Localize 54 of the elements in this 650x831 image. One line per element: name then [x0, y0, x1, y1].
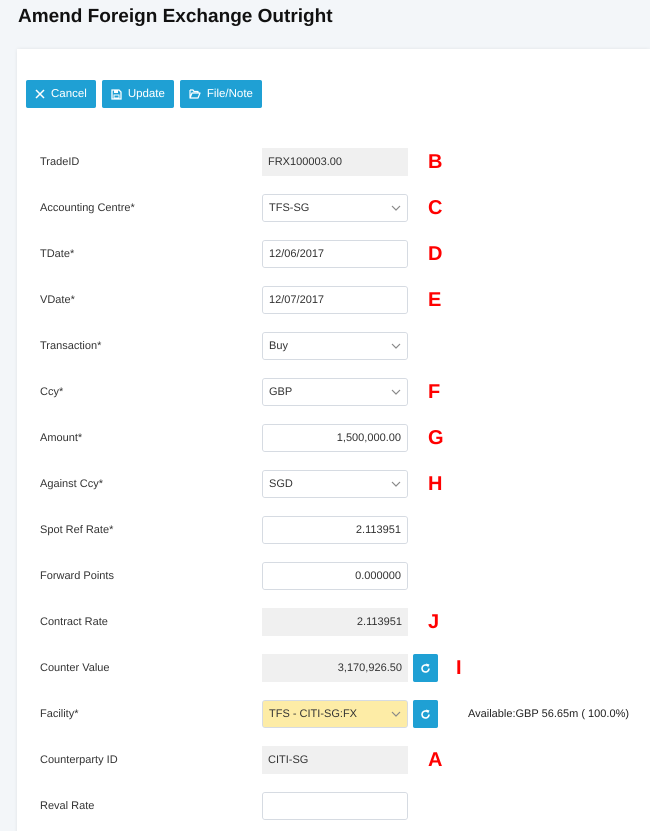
field-label: TradeID: [39, 156, 80, 168]
annotation-letter: G: [428, 426, 444, 450]
readonly-field: CITI-SG: [262, 746, 408, 774]
input-field[interactable]: 12/07/2017: [262, 286, 408, 314]
availability-text: Available:GBP 56.65m ( 100.0%): [468, 708, 630, 720]
readonly-field: 2.113951: [262, 608, 408, 636]
field-label: Accounting Centre*: [39, 202, 136, 214]
field-label: Spot Ref Rate*: [39, 524, 114, 536]
chevron-icon: [391, 481, 401, 487]
input-field[interactable]: 0.000000: [262, 562, 408, 590]
close-icon: [35, 89, 45, 99]
select-field[interactable]: TFS-SG: [262, 194, 408, 222]
annotation-letter: H: [428, 472, 442, 496]
annotation-letter: J: [428, 610, 440, 634]
chevron-icon: [391, 205, 401, 211]
refresh-button[interactable]: [413, 700, 438, 728]
field-label: Against Ccy*: [39, 478, 104, 490]
field-label: TDate*: [39, 248, 76, 260]
readonly-field: FRX100003.00: [262, 148, 408, 176]
field-label: VDate*: [39, 294, 76, 306]
input-field[interactable]: 1,500,000.00: [262, 424, 408, 452]
select-field[interactable]: Buy: [262, 332, 408, 360]
folder-icon: [188, 89, 201, 99]
chevron-icon: [391, 343, 401, 349]
chevron-icon: [391, 389, 401, 395]
input-field[interactable]: 2.113951: [262, 516, 408, 544]
field-label: Counterparty ID: [39, 754, 119, 766]
field-label: Transaction*: [39, 340, 102, 352]
select-field[interactable]: GBP: [262, 378, 408, 406]
annotation-letter: I: [456, 656, 462, 680]
input-field[interactable]: [262, 792, 408, 820]
field-label: Reval Rate: [39, 800, 96, 812]
readonly-field: 3,170,926.50: [262, 654, 408, 682]
select-field[interactable]: TFS - CITI-SG:FX: [262, 700, 408, 728]
chevron-icon: [391, 711, 401, 717]
field-label: Forward Points: [39, 570, 115, 582]
annotation-letter: C: [428, 196, 442, 220]
input-field[interactable]: 12/06/2017: [262, 240, 408, 268]
annotation-letter: A: [428, 748, 442, 772]
annotation-letter: B: [428, 150, 442, 174]
field-label: Counter Value: [39, 662, 111, 674]
refresh-button[interactable]: [413, 654, 438, 682]
field-label: Facility*: [39, 708, 80, 720]
annotation-letter: F: [428, 380, 440, 404]
field-label: Ccy*: [39, 386, 64, 398]
field-label: Contract Rate: [39, 616, 109, 628]
select-field[interactable]: SGD: [262, 470, 408, 498]
refresh-icon: [420, 662, 431, 674]
annotation-letter: D: [428, 242, 442, 266]
refresh-icon: [420, 708, 431, 720]
annotation-letter: E: [428, 288, 442, 312]
save-icon: [110, 88, 122, 100]
field-label: Amount*: [39, 432, 84, 444]
page-title: Amend Foreign Exchange Outright: [17, 5, 334, 29]
